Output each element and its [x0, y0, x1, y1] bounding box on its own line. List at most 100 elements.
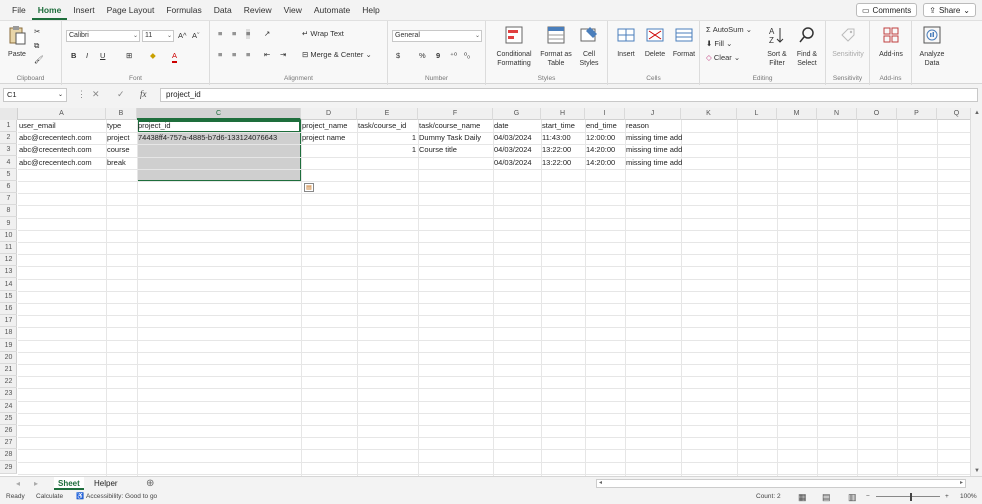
zoom-in-icon[interactable]: +	[945, 490, 949, 504]
tab-review[interactable]: Review	[238, 0, 278, 20]
align-right-icon[interactable]: ≡	[246, 50, 250, 60]
row-header-13[interactable]: 13	[0, 266, 17, 279]
column-header-d[interactable]: D	[301, 108, 357, 120]
row-header-16[interactable]: 16	[0, 303, 17, 315]
row-header-8[interactable]: 8	[0, 205, 17, 218]
font-color-button[interactable]: A	[172, 51, 178, 63]
increase-indent-icon[interactable]: ⇥	[280, 50, 286, 60]
scroll-up-icon[interactable]: ▲	[974, 110, 980, 116]
table-cell[interactable]: 1	[357, 132, 418, 144]
format-painter-icon[interactable]: 🖌	[34, 55, 44, 65]
align-center-icon[interactable]: ≡	[232, 50, 236, 60]
normal-view-icon[interactable]: ▦	[798, 490, 807, 504]
tab-data[interactable]: Data	[208, 0, 238, 20]
header-cell[interactable]: end_time	[585, 120, 617, 132]
row-header-26[interactable]: 26	[0, 425, 17, 437]
number-format-select[interactable]: General ⌄	[392, 30, 482, 42]
row-header-23[interactable]: 23	[0, 388, 17, 401]
wrap-text-button[interactable]: ↵ Wrap Text	[302, 29, 344, 39]
cancel-icon[interactable]: ✕	[92, 89, 100, 100]
quick-analysis-icon[interactable]: ▤	[304, 183, 314, 192]
fill-button[interactable]: ⬇ Fill ⌄	[706, 39, 732, 49]
table-cell[interactable]: abc@crecentech.com	[18, 157, 92, 169]
name-box[interactable]: C1 ⌄	[3, 88, 67, 102]
table-cell[interactable]: 04/03/2024	[493, 144, 532, 156]
row-header-1[interactable]: 1	[0, 120, 17, 132]
column-header-b[interactable]: B	[106, 108, 137, 120]
bold-button[interactable]: B	[71, 51, 76, 61]
scroll-left-icon[interactable]: ◂	[599, 479, 602, 486]
vertical-scrollbar[interactable]: ▲ ▼	[970, 108, 982, 476]
column-header-k[interactable]: K	[681, 108, 737, 120]
row-header-3[interactable]: 3	[0, 144, 17, 157]
sheet-tab-helper[interactable]: Helper	[90, 477, 122, 490]
table-cell[interactable]: 04/03/2024	[493, 157, 532, 169]
table-cell[interactable]: break	[106, 157, 126, 169]
row-header-19[interactable]: 19	[0, 340, 17, 352]
zoom-slider-thumb[interactable]	[910, 493, 912, 501]
addins-button[interactable]: Add-ins	[872, 23, 910, 59]
header-cell[interactable]: task/course_id	[357, 120, 406, 132]
select-all-corner[interactable]	[0, 108, 18, 120]
header-cell[interactable]: reason	[625, 120, 649, 132]
column-header-q[interactable]: Q	[937, 108, 970, 120]
align-bottom-icon[interactable]: ≡	[246, 29, 251, 39]
align-left-icon[interactable]: ≡	[218, 50, 222, 60]
increase-decimal-icon[interactable]: ⁺⁰	[450, 51, 457, 61]
tab-page-layout[interactable]: Page Layout	[101, 0, 161, 20]
zoom-slider[interactable]	[876, 496, 940, 497]
table-cell[interactable]: course	[106, 144, 130, 156]
tab-view[interactable]: View	[278, 0, 308, 20]
borders-icon[interactable]: ⊞	[126, 51, 132, 61]
share-button[interactable]: ⇪ Share ⌄	[923, 3, 976, 17]
column-header-a[interactable]: A	[18, 108, 106, 120]
row-header-20[interactable]: 20	[0, 352, 17, 364]
row-header-11[interactable]: 11	[0, 242, 17, 254]
row-header-5[interactable]: 5	[0, 169, 17, 181]
paste-button[interactable]: Paste	[4, 23, 30, 59]
copy-icon[interactable]: ⧉	[34, 41, 39, 51]
column-header-l[interactable]: L	[737, 108, 777, 120]
format-as-table-button[interactable]: Format as Table	[538, 23, 574, 68]
zoom-out-icon[interactable]: −	[866, 490, 870, 504]
sensitivity-button[interactable]: Sensitivity	[828, 23, 868, 59]
format-cells-button[interactable]: Format	[670, 23, 698, 59]
header-cell[interactable]: project_name	[301, 120, 347, 132]
row-header-22[interactable]: 22	[0, 376, 17, 389]
insert-cells-button[interactable]: Insert	[612, 23, 640, 59]
table-cell[interactable]: 74438ff4-757a-4885-b7d6-133124076643	[137, 132, 277, 144]
delete-cells-button[interactable]: Delete	[640, 23, 670, 59]
autosum-button[interactable]: Σ AutoSum ⌄	[706, 25, 752, 35]
table-cell[interactable]: 11:43:00	[541, 132, 571, 144]
column-header-g[interactable]: G	[493, 108, 541, 120]
align-middle-icon[interactable]: ≡	[232, 29, 236, 39]
row-header-9[interactable]: 9	[0, 218, 17, 230]
table-cell[interactable]: project name	[301, 132, 345, 144]
spreadsheet-grid[interactable]: ABCDEFGHIJKLMNOPQ 1 2 3 4 5 6 7 8 9 10 11 12 13 14 15 1…	[0, 108, 970, 476]
currency-button[interactable]: $	[396, 51, 400, 61]
table-cell[interactable]: Dummy Task Daily	[418, 132, 481, 144]
column-header-j[interactable]: J	[625, 108, 681, 120]
row-header-6[interactable]: 6	[0, 181, 17, 193]
table-cell[interactable]: 13:22:00	[541, 144, 571, 156]
table-cell[interactable]: 04/03/2024	[493, 132, 532, 144]
tab-help[interactable]: Help	[356, 0, 385, 20]
cut-icon[interactable]: ✂	[34, 27, 40, 37]
table-cell[interactable]: abc@crecentech.com	[18, 132, 92, 144]
column-header-i[interactable]: I	[585, 108, 625, 120]
status-calculate[interactable]: Calculate	[36, 490, 63, 504]
table-cell[interactable]: 14:20:00	[585, 144, 615, 156]
decrease-decimal-icon[interactable]: ⁰₀	[464, 51, 470, 61]
sheet-tab-sheet[interactable]: Sheet	[54, 477, 84, 490]
percent-button[interactable]: %	[419, 51, 426, 61]
row-header-14[interactable]: 14	[0, 279, 17, 291]
tab-file[interactable]: File	[6, 0, 32, 20]
scroll-right-icon[interactable]: ▸	[960, 479, 963, 486]
add-sheet-icon[interactable]: ⊕	[142, 477, 158, 490]
page-layout-view-icon[interactable]: ▤	[822, 490, 831, 504]
next-sheet-icon[interactable]: ▸	[30, 477, 42, 490]
font-size-select[interactable]: 11 ⌄	[142, 30, 174, 42]
enter-icon[interactable]: ✓	[117, 89, 125, 100]
analyze-data-button[interactable]: Analyze Data	[914, 23, 950, 68]
shrink-font-button[interactable]: Aˇ	[192, 31, 200, 41]
